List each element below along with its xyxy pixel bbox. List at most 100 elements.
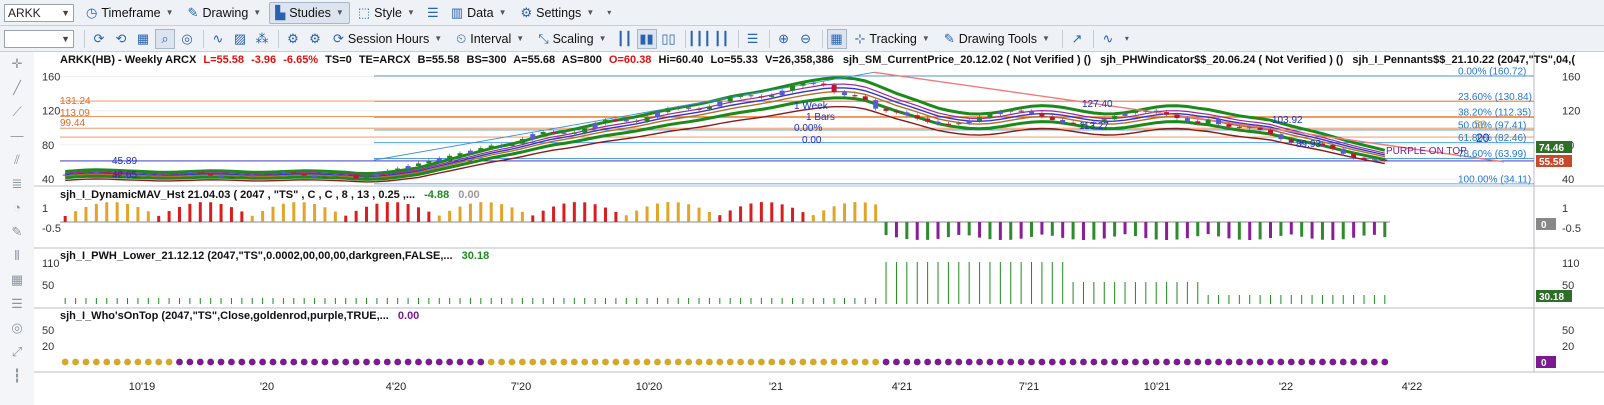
- drawing-tools-button[interactable]: ✎ Drawing Tools ▼: [938, 28, 1056, 50]
- candle-body: [1184, 118, 1190, 122]
- drawing-button[interactable]: ✎ Drawing ▼: [182, 2, 268, 24]
- candle-body: [519, 138, 525, 144]
- secondary-selector[interactable]: ▼: [4, 29, 74, 48]
- style-button[interactable]: ⬚ Style ▼: [352, 2, 421, 24]
- histogram-bar: [635, 210, 639, 222]
- whos-on-top-dot: [976, 358, 983, 366]
- candle-body: [696, 108, 702, 110]
- overflow-chevron-icon[interactable]: ▾: [607, 8, 611, 17]
- candle-body: [1018, 110, 1024, 112]
- pen-tool-icon[interactable]: ✎: [8, 224, 26, 242]
- data-button[interactable]: ▥ Data ▼: [445, 2, 513, 24]
- price-tick-left: 40: [42, 174, 54, 186]
- properties-icon[interactable]: ⚙: [305, 29, 325, 49]
- histogram-bar: [198, 202, 202, 222]
- arc-tool-icon[interactable]: ◔: [8, 200, 26, 218]
- magnifier-icon[interactable]: ⌕: [155, 28, 175, 49]
- expand-icon[interactable]: ┃┃: [712, 29, 732, 49]
- horizontal-line-tool-icon[interactable]: ―: [8, 128, 26, 146]
- grid-icon[interactable]: ▦: [133, 29, 153, 49]
- chart-type-icon[interactable]: ∿: [208, 29, 228, 49]
- network-icon[interactable]: ⁂: [252, 29, 272, 49]
- timeframe-button[interactable]: ◷ Timeframe ▼: [80, 2, 180, 24]
- lines-tool-icon[interactable]: ☰: [8, 296, 26, 314]
- whos-on-top-dot: [394, 358, 402, 366]
- compress-icon[interactable]: ┃┃┃: [688, 29, 711, 49]
- whos-on-top-dot: [986, 358, 994, 366]
- candle-body: [436, 158, 442, 161]
- histogram-bar: [1102, 222, 1106, 239]
- low-field: Lo=55.33: [711, 54, 758, 66]
- histogram-bar: [1030, 222, 1034, 237]
- whos-on-top-dot: [820, 358, 828, 366]
- whos-on-top-dot: [134, 358, 142, 366]
- cycle-tool-icon[interactable]: ◎: [8, 320, 26, 338]
- symbol-text: ARKK: [8, 5, 41, 20]
- channel-tool-icon[interactable]: ⫽: [8, 152, 26, 170]
- indicator-icon[interactable]: ∿: [1098, 29, 1118, 49]
- chart-area[interactable]: ARKK(HB) - Weekly ARCX L=55.58 -3.96 -6.…: [34, 52, 1604, 405]
- bars-tool-icon[interactable]: ┇: [8, 368, 26, 386]
- whos-on-top-dot: [841, 358, 848, 366]
- whos-on-top-dot: [1048, 358, 1056, 366]
- pane2-tick-right: -0.5: [1562, 223, 1581, 235]
- candlestick-icon[interactable]: ▮▮: [636, 28, 657, 49]
- histogram-bar: [1185, 222, 1189, 239]
- columns-tool-icon[interactable]: ⦀: [8, 248, 26, 266]
- table-tool-icon[interactable]: ▦: [8, 272, 26, 290]
- interval-button[interactable]: ⏲ Interval ▼: [450, 28, 530, 50]
- cog-icon[interactable]: ⚙: [283, 29, 303, 49]
- histogram-bar: [1144, 222, 1148, 239]
- ray-tool-icon[interactable]: ⟋: [8, 104, 26, 122]
- candle-body: [810, 83, 816, 85]
- measure-tool-icon[interactable]: ⤢: [8, 344, 26, 362]
- bar-chart-icon[interactable]: ┃┃: [615, 29, 635, 49]
- candle-body: [758, 96, 764, 98]
- zoom-out-icon[interactable]: ⊖: [796, 29, 816, 49]
- refresh-icon[interactable]: ⟳: [89, 29, 109, 49]
- candle-hollow-icon[interactable]: ▯▯: [659, 29, 679, 49]
- link-icon[interactable]: ⟲: [111, 29, 131, 49]
- crosshair-tool-icon[interactable]: ✛: [8, 56, 26, 74]
- overflow-chevron-icon[interactable]: ▾: [1125, 34, 1129, 43]
- fibonacci-tool-icon[interactable]: ≣: [8, 176, 26, 194]
- tracking-button[interactable]: ⊹ Tracking ▼: [849, 28, 936, 50]
- whos-on-top-dot: [1080, 358, 1087, 366]
- study1-label: sjh_SM_CurrentPrice_20.12.02 ( Not Verif…: [843, 54, 1092, 66]
- whos-on-top-dot: [861, 358, 869, 366]
- layout-icon[interactable]: ☰: [423, 3, 443, 23]
- grid-toggle-icon[interactable]: ▦: [826, 28, 847, 49]
- histogram-bar: [209, 202, 213, 222]
- studies-button[interactable]: ▙ Studies ▼: [269, 1, 350, 24]
- candle-body: [644, 117, 650, 121]
- pane2-value1: -4.88: [424, 189, 449, 201]
- candle-body: [831, 84, 837, 93]
- histogram-bar: [874, 204, 878, 222]
- session-hours-button[interactable]: ⟳ Session Hours ▼: [327, 28, 448, 50]
- symbol-selector[interactable]: ARKK ▼: [4, 3, 74, 22]
- histogram-bar: [604, 207, 608, 222]
- te-field: TE=ARCX: [359, 54, 411, 66]
- image-icon[interactable]: ▨: [230, 29, 250, 49]
- histogram-bar: [1206, 222, 1210, 235]
- target-icon[interactable]: ◎: [177, 29, 197, 49]
- settings-button[interactable]: ⚙ Settings ▼: [514, 2, 600, 24]
- zoom-in-icon[interactable]: ⊕: [774, 29, 794, 49]
- whos-on-top-dot: [404, 358, 412, 366]
- pane3-tick-right: 110: [1562, 258, 1580, 270]
- chevron-down-icon: ▼: [434, 34, 443, 43]
- chevron-down-icon: ▼: [921, 34, 930, 43]
- whos-on-top-dot: [1287, 358, 1295, 366]
- add-study-icon[interactable]: ↗: [1067, 29, 1087, 49]
- trendline-tool-icon[interactable]: ╱: [8, 80, 26, 98]
- whos-on-top-dot: [996, 358, 1004, 366]
- scaling-button[interactable]: ⤡ Scaling ▼: [532, 28, 612, 50]
- pane2-title: sjh_I_DynamicMAV_Hst 21.04.03 ( 2047 , "…: [60, 189, 415, 201]
- candle-body: [623, 120, 629, 122]
- histogram-bar: [1217, 222, 1221, 237]
- candle-body: [925, 118, 931, 122]
- candle-body: [291, 172, 297, 174]
- stack-icon[interactable]: ☰: [743, 29, 763, 49]
- histogram-bar: [655, 203, 659, 222]
- histogram-bar: [219, 203, 223, 222]
